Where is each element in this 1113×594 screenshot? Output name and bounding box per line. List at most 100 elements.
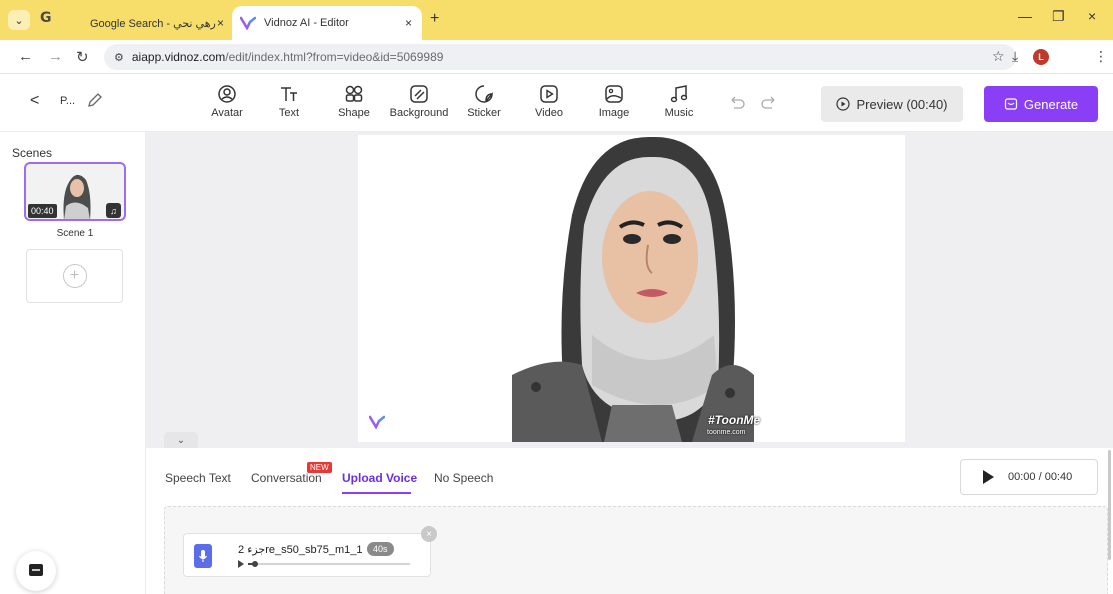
- url-host: aiapp.vidnoz.com: [131, 50, 226, 64]
- tab-label: Google Search - رهي نحي: [90, 17, 216, 30]
- reload-icon[interactable]: ↻: [76, 48, 89, 66]
- scenes-title: Scenes: [12, 146, 53, 160]
- address-bar: ← → ↻ ⚙ aiapp.vidnoz.com/edit/index.html…: [0, 40, 1113, 74]
- profile-avatar[interactable]: L: [1033, 49, 1049, 65]
- forward-arrow-icon[interactable]: →: [48, 48, 63, 65]
- tool-sticker[interactable]: Sticker: [449, 84, 519, 119]
- tab-google-search[interactable]: Google Search - رهي نحي ×: [90, 6, 230, 40]
- site-settings-icon[interactable]: ⚙: [114, 51, 124, 64]
- music-icon: [670, 85, 688, 103]
- project-name[interactable]: P...: [60, 95, 75, 107]
- active-tab-indicator: [342, 492, 411, 494]
- tool-label: Sticker: [467, 107, 501, 119]
- plus-circle-icon: +: [62, 264, 87, 288]
- bookmark-star-icon[interactable]: ☆: [992, 48, 1005, 65]
- playback-button[interactable]: 00:00 / 00:40: [960, 459, 1098, 495]
- redo-icon[interactable]: [760, 93, 778, 111]
- canvas-area: #ToonMe toonme.com ⌄: [146, 132, 1113, 448]
- background-icon: [410, 85, 428, 103]
- tool-label: Avatar: [211, 107, 243, 119]
- download-icon[interactable]: ⤓: [1012, 48, 1018, 65]
- tab-close-icon[interactable]: ×: [405, 16, 412, 30]
- tool-label: Image: [598, 107, 630, 119]
- voice-progress-bar[interactable]: [248, 563, 410, 565]
- browser-menu-icon[interactable]: ⋮: [1094, 48, 1108, 65]
- new-tab-button[interactable]: +: [430, 10, 439, 28]
- preview-label: Preview (00:40): [856, 96, 948, 112]
- scene-thumbnail[interactable]: 00:40 ♫: [24, 162, 126, 221]
- tool-label: Shape: [338, 107, 370, 119]
- shape-icon: [345, 85, 363, 102]
- tool-label: Video: [535, 107, 563, 119]
- tab-search-button[interactable]: ⌄: [8, 10, 30, 30]
- generate-icon: [1004, 98, 1017, 110]
- tool-image[interactable]: Image: [579, 84, 649, 119]
- undo-icon[interactable]: [728, 93, 746, 111]
- tool-shape[interactable]: Shape: [319, 84, 389, 119]
- back-arrow-icon[interactable]: ←: [18, 48, 33, 65]
- generate-button[interactable]: Generate: [984, 86, 1098, 122]
- add-scene-button[interactable]: +: [26, 249, 123, 303]
- tool-label: Background: [389, 107, 449, 119]
- video-canvas[interactable]: #ToonMe toonme.com: [358, 135, 905, 442]
- avatar-portrait[interactable]: [512, 135, 754, 442]
- page-scrollbar[interactable]: [1108, 450, 1111, 560]
- scene-avatar-thumbnail: [63, 174, 91, 219]
- image-icon: [605, 85, 623, 103]
- tool-text[interactable]: Text: [254, 84, 324, 119]
- tool-video[interactable]: Video: [514, 84, 584, 119]
- tab-vidnoz-editor[interactable]: Vidnoz AI - Editor ×: [232, 6, 422, 40]
- window-close-icon[interactable]: ×: [1088, 8, 1096, 24]
- generate-label: Generate: [1023, 96, 1079, 112]
- url-input[interactable]: ⚙ aiapp.vidnoz.com/edit/index.html?from=…: [104, 44, 1016, 70]
- tool-music[interactable]: Music: [644, 84, 714, 119]
- url-path: /edit/index.html?from=video&id=5069989: [225, 50, 444, 64]
- toonme-watermark-sub: toonme.com: [707, 429, 746, 436]
- upload-voice-zone[interactable]: 2 جزءre_s50_sb75_m1_1 40s ×: [164, 506, 1108, 594]
- scenes-sidebar: Scenes 00:40 ♫ Scene 1 +: [0, 132, 146, 594]
- tool-label: Music: [664, 107, 694, 119]
- collapse-panel-button[interactable]: ⌄: [164, 432, 198, 448]
- tab-no-speech[interactable]: No Speech: [434, 471, 493, 485]
- tab-label: Vidnoz AI - Editor: [264, 17, 349, 29]
- browser-tab-bar: ⌄ G Google Search - رهي نحي × Vidnoz AI …: [0, 0, 1113, 40]
- preview-button[interactable]: Preview (00:40): [821, 86, 963, 122]
- sticker-icon: [475, 85, 493, 103]
- voice-file-card[interactable]: 2 جزءre_s50_sb75_m1_1 40s ×: [183, 526, 437, 577]
- tool-background[interactable]: Background: [384, 84, 454, 119]
- vidnoz-logo-icon: [369, 415, 385, 429]
- toonme-watermark: #ToonMe: [708, 413, 761, 427]
- restore-icon[interactable]: ❐: [1052, 8, 1065, 25]
- voice-progress-handle[interactable]: [252, 561, 258, 567]
- microphone-icon: [194, 544, 212, 568]
- new-badge: NEW: [307, 462, 332, 473]
- tab-upload-voice[interactable]: Upload Voice: [342, 471, 417, 485]
- tab-close-icon[interactable]: ×: [217, 16, 224, 30]
- video-icon: [540, 85, 558, 103]
- voice-file-name: 2 جزءre_s50_sb75_m1_1: [238, 544, 363, 556]
- support-chat-button[interactable]: [16, 551, 56, 591]
- remove-voice-icon[interactable]: ×: [421, 526, 437, 542]
- google-favicon-icon: G: [40, 10, 52, 26]
- playback-time: 00:00 / 00:40: [1008, 471, 1073, 483]
- play-icon: [983, 470, 994, 484]
- tool-avatar[interactable]: Avatar: [192, 84, 262, 119]
- avatar-icon: [218, 85, 236, 103]
- editor-toolbar: < P... Avatar Text Shape Background Stic…: [0, 74, 1113, 132]
- voice-duration-badge: 40s: [367, 542, 394, 556]
- back-chevron-icon[interactable]: <: [30, 92, 39, 110]
- tab-conversation[interactable]: Conversation: [251, 471, 322, 485]
- scene-duration: 00:40: [28, 204, 57, 218]
- text-icon: [281, 87, 297, 101]
- play-circle-icon: [836, 97, 851, 111]
- voice-play-icon[interactable]: [238, 560, 244, 568]
- speech-panel: Speech Text Conversation NEW Upload Voic…: [146, 448, 1113, 594]
- minimize-icon[interactable]: —: [1018, 8, 1032, 24]
- scene-music-icon: ♫: [106, 203, 121, 218]
- tool-label: Text: [278, 107, 300, 119]
- chat-icon: [29, 564, 43, 576]
- edit-pencil-icon[interactable]: [86, 91, 104, 109]
- tab-speech-text[interactable]: Speech Text: [165, 471, 231, 485]
- vidnoz-favicon-icon: [240, 16, 256, 30]
- scene-label: Scene 1: [56, 228, 94, 239]
